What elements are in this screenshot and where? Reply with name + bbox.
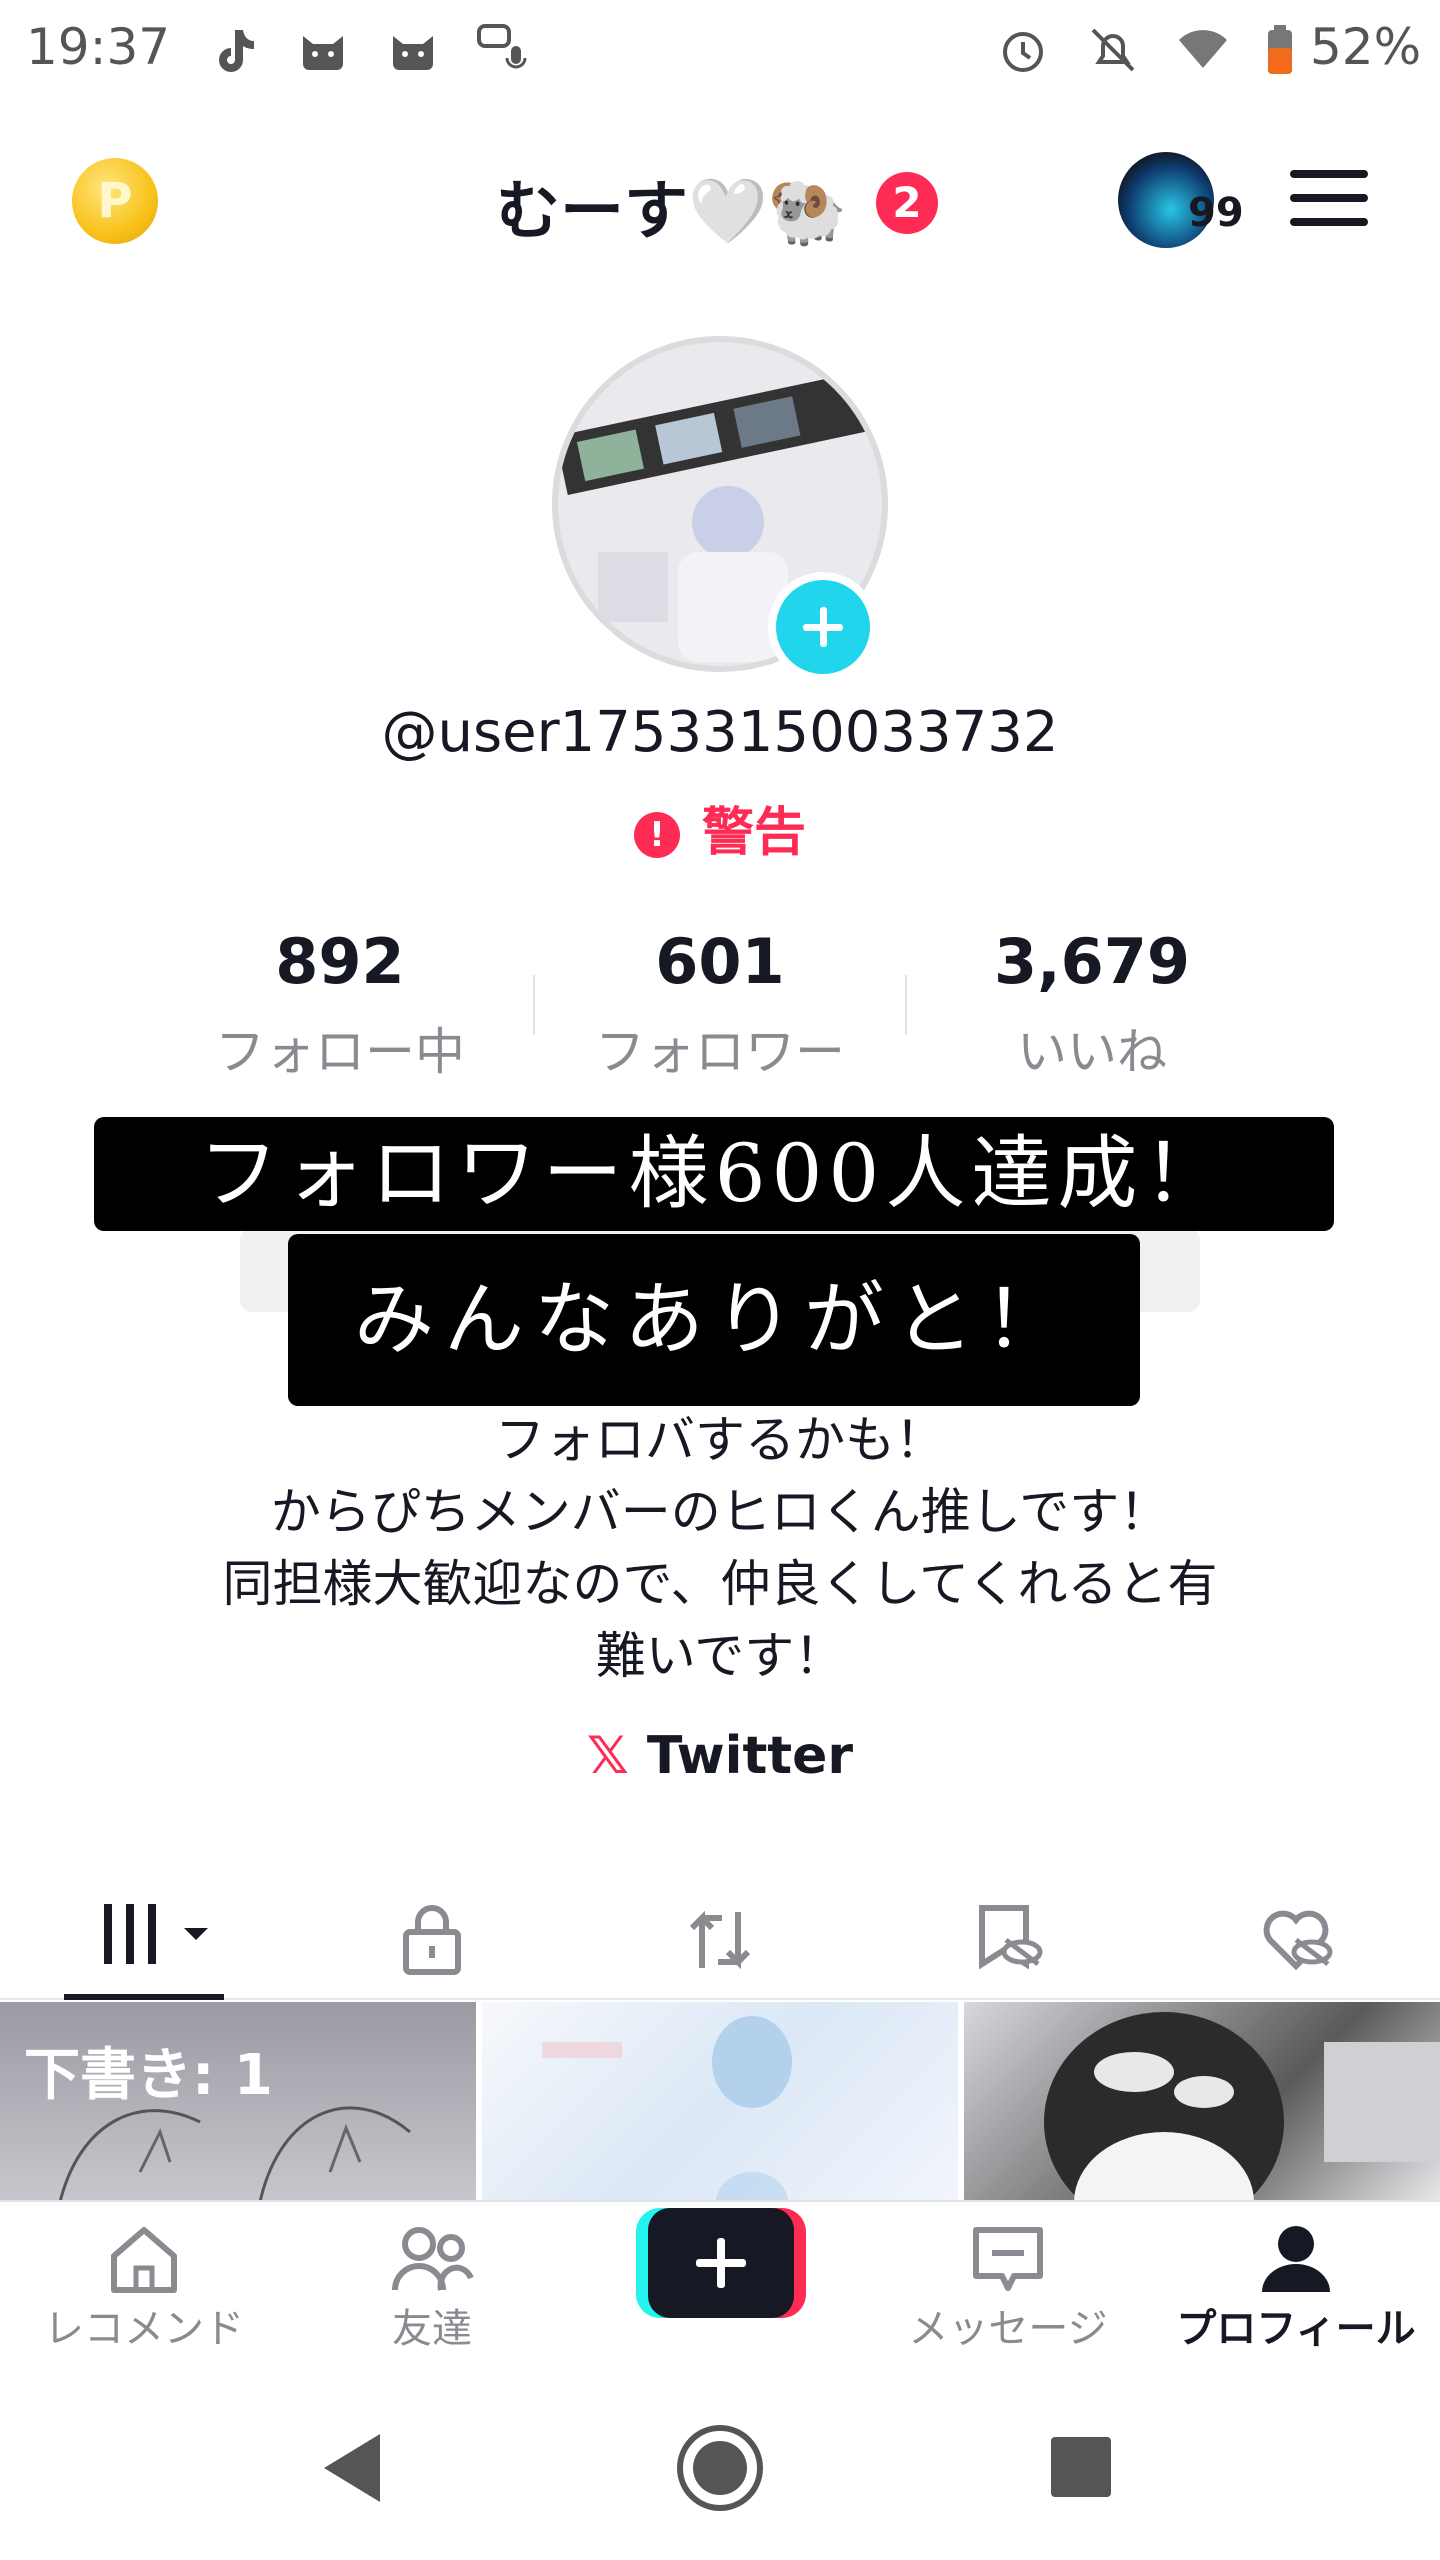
nav-profile-label: プロフィール	[1176, 2306, 1416, 2352]
alarm-icon	[1003, 32, 1043, 72]
draft-count-label: 下書き: 1	[24, 2043, 273, 2108]
draft-video-thumbnail[interactable]: 下書き: 1	[0, 2002, 476, 2202]
avatar-badge-count: 99	[1188, 190, 1244, 236]
mute-icon	[1091, 28, 1135, 72]
profile-stats: 892 フォロー中 601 フォロワー 3,679 いいね	[160, 925, 1280, 1081]
status-time: 19:37	[26, 18, 171, 76]
nav-friends[interactable]: 友達	[288, 2202, 576, 2382]
liked-hidden-icon	[1263, 1910, 1333, 1971]
overlay-banner-line1: フォロワー様600人達成！	[94, 1117, 1334, 1231]
bio-line: 難いです！	[595, 1627, 845, 1685]
tab-liked[interactable]	[1152, 1870, 1440, 2000]
stat-likes[interactable]: 3,679 いいね	[912, 925, 1272, 1084]
create-icon	[648, 2208, 794, 2318]
profile-icon	[1262, 2226, 1330, 2292]
tab-videos[interactable]	[0, 1870, 288, 2000]
stat-followers-value: 601	[655, 925, 785, 998]
profile-name-title[interactable]: むーす🤍🐏	[496, 160, 847, 252]
warning-icon: !	[633, 812, 680, 858]
twitter-link-label: Twitter	[646, 1726, 854, 1786]
hamburger-menu-icon[interactable]	[1290, 170, 1368, 230]
video-grid: 下書き: 1	[0, 2002, 1440, 2202]
coin-icon[interactable]: P	[72, 158, 158, 244]
home-icon	[111, 2227, 177, 2293]
stat-followers[interactable]: 601 フォロワー	[540, 925, 900, 1084]
bio-line: からぴちメンバーのヒロくん推しです！	[270, 1483, 1170, 1541]
stat-followers-label: フォロワー	[595, 1023, 845, 1081]
video-thumbnail[interactable]	[964, 2002, 1440, 2202]
stat-following-label: フォロー中	[215, 1023, 465, 1081]
twitter-link[interactable]: 𝕏 Twitter	[0, 1726, 1440, 1786]
stat-following[interactable]: 892 フォロー中	[160, 925, 520, 1084]
back-icon[interactable]	[318, 2428, 388, 2508]
status-bar: 19:37 52%	[0, 0, 1440, 100]
video-thumbnail[interactable]	[482, 2002, 958, 2202]
cat-icon	[393, 36, 433, 70]
home-circle-icon[interactable]	[674, 2422, 766, 2514]
warning-label: 警告	[701, 803, 806, 863]
system-navigation-bar	[0, 2380, 1440, 2560]
voice-chat-icon	[477, 24, 527, 69]
bookmark-hidden-icon	[979, 1905, 1043, 1970]
stat-likes-value: 3,679	[993, 925, 1191, 998]
recents-icon[interactable]	[1048, 2434, 1114, 2500]
tab-reposts[interactable]	[576, 1870, 864, 2000]
warning-link[interactable]: ! 警告	[0, 790, 1440, 865]
videos-grid-icon	[104, 1904, 208, 1964]
bio-line: フォロバするかも！	[495, 1411, 945, 1469]
repost-icon	[689, 1910, 751, 1970]
overlay-banner-line2: みんなありがと！	[288, 1234, 1140, 1406]
cat-icon	[303, 36, 343, 70]
nav-profile[interactable]: プロフィール	[1152, 2202, 1440, 2382]
message-icon	[973, 2227, 1043, 2291]
nav-friends-label: 友達	[392, 2306, 472, 2352]
nav-messages-label: メッセージ	[908, 2306, 1108, 2352]
stat-following-value: 892	[275, 925, 405, 998]
profile-username: @user17533150033732	[381, 700, 1059, 765]
coin-letter: P	[97, 173, 133, 229]
tiktok-icon	[219, 30, 254, 72]
create-video-button[interactable]	[636, 2208, 806, 2318]
lock-icon	[403, 1905, 461, 1975]
notification-badge: 2	[876, 172, 938, 234]
tab-favorites[interactable]	[864, 1870, 1152, 2000]
profile-content-tabs	[0, 1870, 1440, 2000]
profile-bio: フォロバするかも！ からぴちメンバーのヒロくん推しです！ 同担様大歓迎なので、仲…	[120, 1404, 1320, 1692]
active-tab-indicator	[64, 1994, 224, 2000]
battery-icon	[1268, 25, 1292, 74]
nav-messages[interactable]: メッセージ	[864, 2202, 1152, 2382]
stat-divider	[905, 975, 907, 1035]
tab-private[interactable]	[288, 1870, 576, 2000]
add-profile-photo-button[interactable]	[768, 572, 878, 682]
stat-divider	[533, 975, 535, 1035]
nav-home[interactable]: レコメンド	[0, 2202, 288, 2382]
nav-home-label: レコメンド	[44, 2306, 244, 2352]
stat-likes-label: いいね	[1017, 1023, 1167, 1081]
battery-percent: 52%	[1310, 18, 1422, 76]
wifi-icon	[1179, 30, 1227, 68]
x-logo-icon: 𝕏	[586, 1726, 629, 1786]
bio-line: 同担様大歓迎なので、仲良くしてくれると有	[222, 1555, 1218, 1613]
friends-icon	[392, 2227, 474, 2291]
